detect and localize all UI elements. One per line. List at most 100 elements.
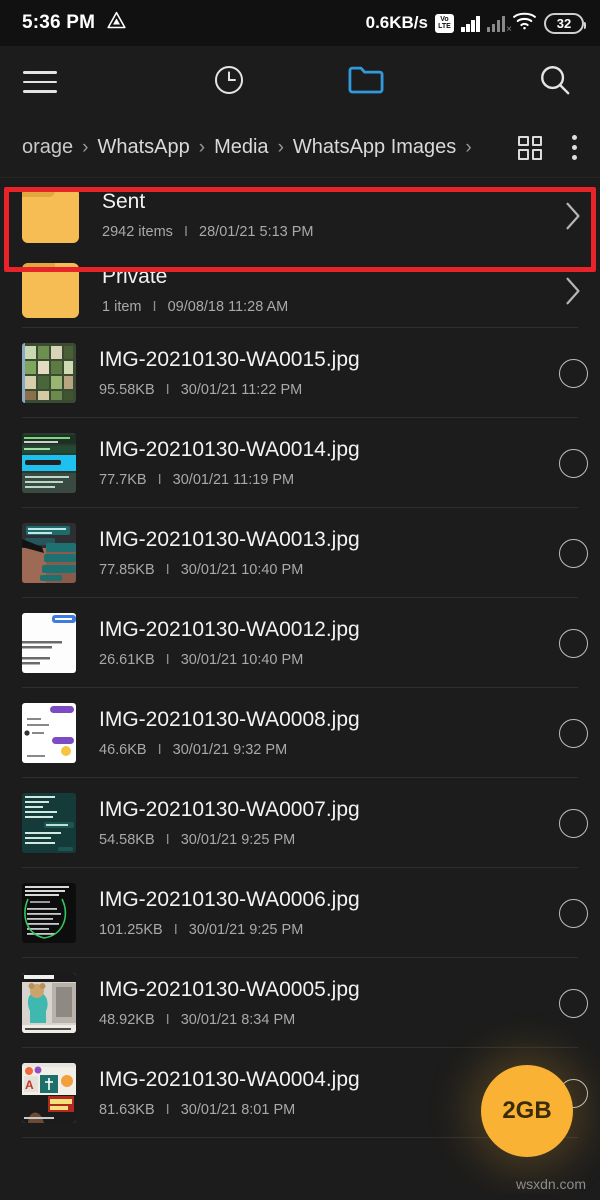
list-item-meta: 77.7KB I 30/01/21 11:19 PM (99, 470, 546, 490)
breadcrumb-item-1[interactable]: WhatsApp (97, 136, 189, 159)
list-item[interactable]: IMG-20210130-WA0012.jpg 26.61KB I 30/01/… (0, 598, 600, 688)
list-item-meta: 81.63KB I 30/01/21 8:01 PM (99, 1100, 546, 1120)
list-item-text: IMG-20210130-WA0004.jpg 81.63KB I 30/01/… (76, 1067, 546, 1120)
select-checkbox[interactable] (546, 718, 600, 748)
list-item-meta: 77.85KB I 30/01/21 10:40 PM (99, 560, 546, 580)
wifi-icon (512, 11, 537, 35)
list-item[interactable]: IMG-20210130-WA0006.jpg 101.25KB I 30/01… (0, 868, 600, 958)
folder-icon (22, 188, 79, 243)
list-item-title: IMG-20210130-WA0015.jpg (99, 347, 360, 371)
list-item-title: IMG-20210130-WA0014.jpg (99, 437, 360, 461)
select-checkbox[interactable] (546, 988, 600, 1018)
more-vertical-icon[interactable] (572, 135, 578, 160)
select-checkbox[interactable] (546, 538, 600, 568)
volte-icon: Vo LTE (435, 13, 454, 33)
meta-separator: I (157, 741, 162, 758)
list-item[interactable]: Sent 2942 items I 28/01/21 5:13 PM (0, 178, 600, 253)
breadcrumb-item-2[interactable]: Media (214, 136, 268, 159)
navigation-bar (0, 1194, 600, 1200)
breadcrumb-separator: › (277, 136, 284, 158)
item-modified: 09/08/18 11:28 AM (167, 299, 289, 315)
chevron-right-icon[interactable] (546, 201, 600, 231)
list-item[interactable]: IMG-20210130-WA0015.jpg 95.58KB I 30/01/… (0, 328, 600, 418)
list-item-text: IMG-20210130-WA0013.jpg 77.85KB I 30/01/… (76, 527, 546, 580)
meta-separator: I (165, 1011, 170, 1028)
menu-button[interactable] (0, 46, 160, 118)
list-item-meta: 54.58KB I 30/01/21 9:25 PM (99, 830, 546, 850)
meta-separator: I (165, 651, 170, 668)
item-modified: 30/01/21 8:34 PM (180, 1011, 296, 1028)
file-size: 77.7KB (99, 471, 147, 488)
volte-top-text: Vo (440, 16, 449, 23)
item-count: 1 item (102, 299, 142, 315)
breadcrumb-bar: orage › WhatsApp › Media › WhatsApp Imag… (0, 118, 600, 178)
clock-icon (212, 63, 246, 102)
list-item[interactable]: IMG-20210130-WA0005.jpg 48.92KB I 30/01/… (0, 958, 600, 1048)
file-thumbnail (22, 613, 76, 673)
status-time: 5:36 PM (22, 12, 96, 33)
list-item-text: IMG-20210130-WA0014.jpg 77.7KB I 30/01/2… (76, 437, 546, 490)
item-modified: 30/01/21 9:32 PM (172, 741, 288, 758)
list-item-title: IMG-20210130-WA0004.jpg (99, 1067, 360, 1091)
list-item[interactable]: IMG-20210130-WA0014.jpg 77.7KB I 30/01/2… (0, 418, 600, 508)
file-thumbnail (22, 433, 76, 493)
breadcrumb-item-3[interactable]: WhatsApp Images (293, 136, 456, 159)
select-checkbox[interactable] (546, 448, 600, 478)
list-item-meta: 101.25KB I 30/01/21 9:25 PM (99, 920, 546, 940)
item-modified: 28/01/21 5:13 PM (199, 224, 314, 240)
list-item-title: Private (102, 265, 168, 288)
select-checkbox[interactable] (546, 358, 600, 388)
meta-separator: I (165, 1101, 170, 1118)
volte-bottom-text: LTE (438, 23, 451, 30)
search-button[interactable] (435, 46, 600, 118)
breadcrumb-separator: › (198, 136, 206, 158)
list-item-meta: 2942 items I 28/01/21 5:13 PM (102, 222, 546, 242)
recent-tab-button[interactable] (160, 46, 297, 118)
signal-bars-sim1-icon (461, 15, 480, 32)
item-modified: 30/01/21 11:19 PM (172, 471, 295, 488)
breadcrumb[interactable]: orage › WhatsApp › Media › WhatsApp Imag… (0, 136, 518, 159)
file-size: 77.85KB (99, 561, 155, 578)
file-thumbnail (22, 793, 76, 853)
select-checkbox[interactable] (546, 808, 600, 838)
list-item-meta: 1 item I 09/08/18 11:28 AM (102, 297, 546, 317)
checkbox-circle-icon (558, 718, 588, 748)
list-item-title: IMG-20210130-WA0007.jpg (99, 797, 360, 821)
status-bar-left: 5:36 PM (22, 10, 127, 36)
list-item[interactable]: IMG-20210130-WA0013.jpg 77.85KB I 30/01/… (0, 508, 600, 598)
breadcrumb-separator-trailing: › (465, 136, 472, 158)
meta-separator: I (173, 921, 178, 938)
list-item-text: IMG-20210130-WA0015.jpg 95.58KB I 30/01/… (76, 347, 546, 400)
file-thumbnail (22, 973, 76, 1033)
file-thumbnail (22, 343, 76, 403)
signal-bars-sim2-icon (486, 15, 511, 35)
select-checkbox[interactable] (546, 898, 600, 928)
list-item-title: IMG-20210130-WA0005.jpg (99, 977, 360, 1001)
file-size: 54.58KB (99, 831, 155, 848)
folder-icon (22, 263, 79, 318)
file-thumbnail: A (22, 1063, 76, 1123)
list-item-title: IMG-20210130-WA0013.jpg (99, 527, 360, 551)
checkbox-circle-icon (558, 988, 588, 1018)
storage-fab-button[interactable]: 2GB (481, 1065, 573, 1157)
status-bar: 5:36 PM 0.6KB/s Vo LTE × 32 (0, 0, 600, 46)
files-tab-button[interactable] (298, 46, 435, 118)
chevron-right-icon[interactable] (546, 276, 600, 306)
list-item[interactable]: IMG-20210130-WA0008.jpg 46.6KB I 30/01/2… (0, 688, 600, 778)
item-modified: 30/01/21 10:40 PM (180, 561, 304, 578)
list-item-title: IMG-20210130-WA0012.jpg (99, 617, 360, 641)
list-item[interactable]: Private 1 item I 09/08/18 11:28 AM (0, 253, 600, 328)
list-item-text: IMG-20210130-WA0007.jpg 54.58KB I 30/01/… (76, 797, 546, 850)
hamburger-menu-icon (23, 71, 57, 93)
list-item-title: Sent (102, 190, 146, 213)
file-size: 48.92KB (99, 1011, 155, 1028)
battery-level: 32 (556, 15, 572, 31)
meta-separator: I (152, 299, 157, 315)
breadcrumb-item-0[interactable]: orage (22, 136, 73, 159)
list-item-text: IMG-20210130-WA0012.jpg 26.61KB I 30/01/… (76, 617, 546, 670)
select-checkbox[interactable] (546, 628, 600, 658)
item-modified: 30/01/21 9:25 PM (180, 831, 296, 848)
file-size: 101.25KB (99, 921, 163, 938)
list-item[interactable]: IMG-20210130-WA0007.jpg 54.58KB I 30/01/… (0, 778, 600, 868)
grid-view-icon[interactable] (518, 135, 542, 160)
